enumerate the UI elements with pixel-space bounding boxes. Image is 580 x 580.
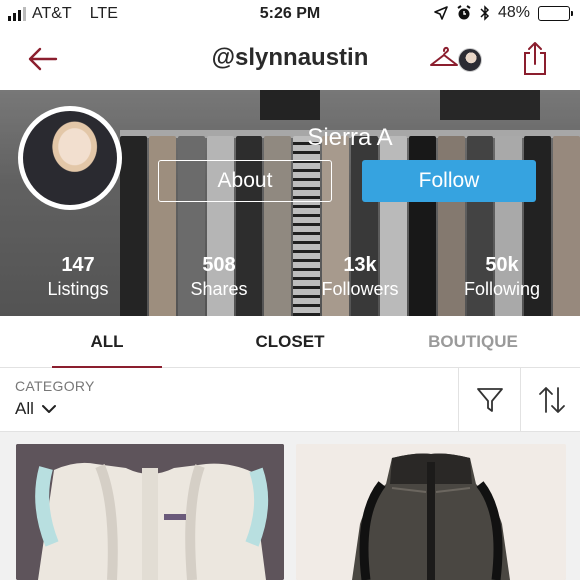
stat-label: Followers (321, 279, 399, 299)
page-title: @slynnaustin (211, 44, 369, 71)
share-icon[interactable] (520, 40, 550, 76)
tab-boutique[interactable]: BOUTIQUE (410, 316, 536, 368)
stat-label: Shares (190, 279, 248, 299)
profile-banner: Sierra A About Follow 147 Listings 508 S… (0, 90, 580, 316)
stat-value: 13k (343, 254, 377, 276)
battery-icon (538, 5, 573, 21)
listing-image (296, 444, 566, 580)
nav-bar: @slynnaustin (0, 30, 580, 90)
listing-card[interactable] (296, 444, 566, 580)
profile-avatar[interactable] (18, 106, 122, 210)
filter-row: CATEGORY All (0, 368, 580, 432)
stat-value: 508 (202, 254, 236, 276)
about-button[interactable]: About (158, 160, 332, 202)
category-label: CATEGORY (15, 378, 95, 394)
stat-label: Following (463, 279, 541, 299)
bluetooth-icon (480, 5, 490, 21)
stat-label: Listings (47, 279, 109, 299)
profile-name: Sierra A (307, 124, 393, 151)
tab-all[interactable]: ALL (52, 316, 162, 369)
mini-avatar[interactable] (458, 48, 482, 72)
funnel-icon[interactable] (474, 384, 506, 416)
chevron-down-icon (41, 405, 56, 413)
listing-image (16, 444, 284, 580)
divider (520, 368, 521, 432)
status-bar: AT&T LTE 5:26 PM 48% (0, 0, 580, 30)
tab-closet[interactable]: CLOSET (226, 316, 354, 368)
status-right: 48% (434, 4, 573, 22)
location-icon (434, 6, 448, 20)
stat-value: 147 (61, 254, 95, 276)
sort-icon[interactable] (536, 384, 568, 416)
profile-stats: 147 Listings 508 Shares 13k Followers 50… (0, 254, 580, 304)
category-dropdown[interactable]: All (15, 399, 56, 419)
category-value: All (15, 399, 34, 418)
follow-button[interactable]: Follow (362, 160, 536, 202)
closet-tabs: ALL CLOSET BOUTIQUE (0, 316, 580, 369)
listing-card[interactable] (16, 444, 284, 580)
hanger-icon[interactable] (428, 42, 460, 72)
alarm-icon (457, 5, 471, 20)
stat-followers[interactable]: 13k Followers (295, 254, 425, 300)
stat-shares[interactable]: 508 Shares (154, 254, 284, 300)
stat-value: 50k (485, 254, 519, 276)
stat-listings[interactable]: 147 Listings (13, 254, 143, 300)
battery-percent: 48% (497, 4, 530, 21)
divider (458, 368, 459, 432)
stat-following[interactable]: 50k Following (437, 254, 567, 300)
